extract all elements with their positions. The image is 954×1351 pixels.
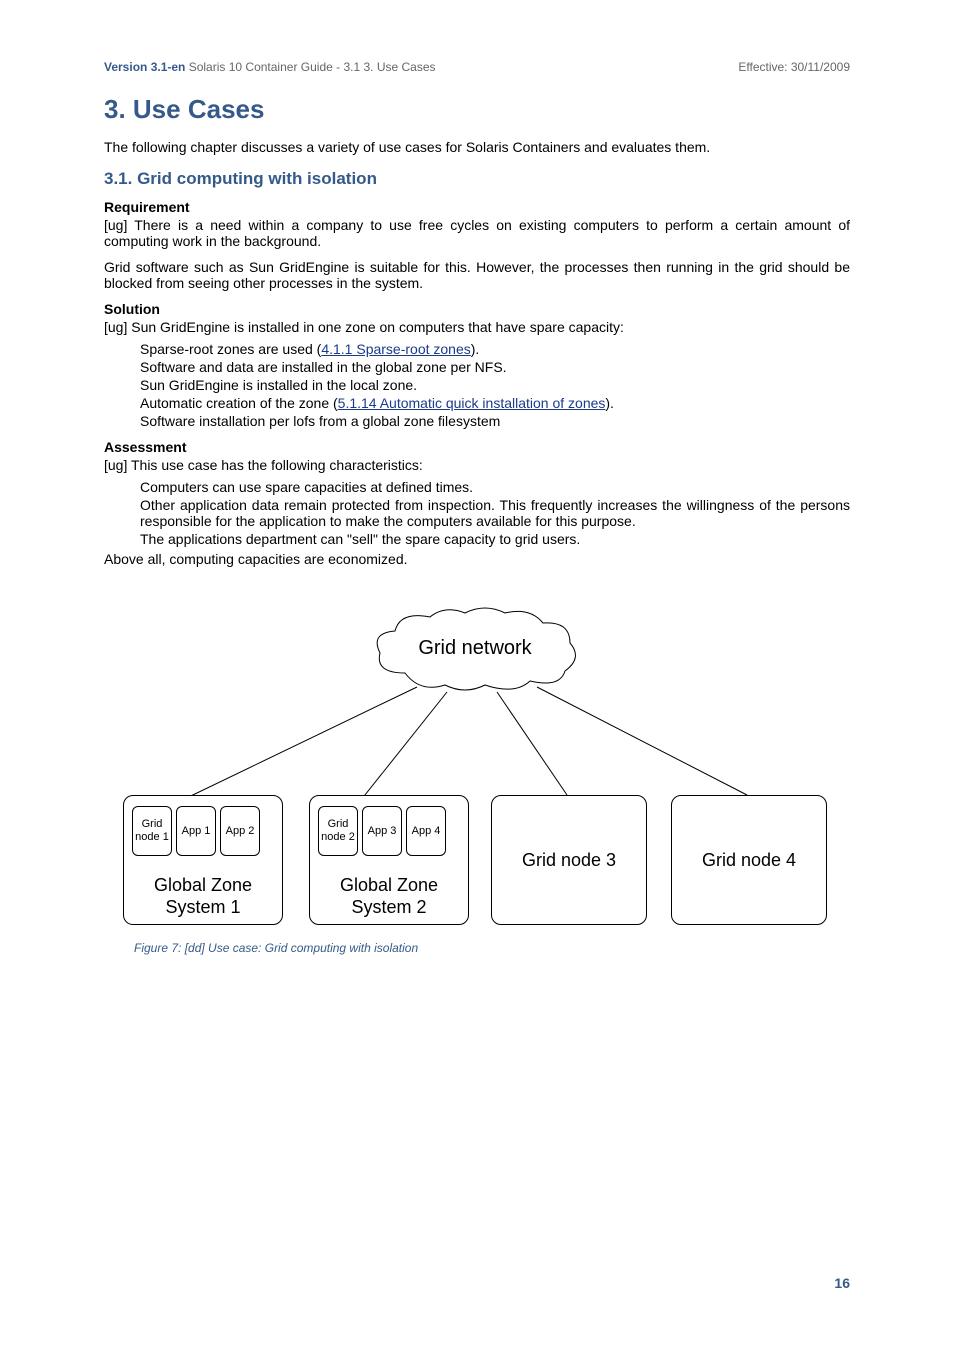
grid-node-1-box: Grid node 1 [132, 806, 172, 856]
solution-item-post: ). [605, 395, 614, 411]
assessment-item: Computers can use spare capacities at de… [140, 479, 850, 495]
global-zone-system-2: Grid node 2 App 3 App 4 Global Zone Syst… [309, 795, 469, 925]
solution-item-text: Automatic creation of the zone ( [140, 395, 338, 411]
solution-intro: [ug] Sun GridEngine is installed in one … [104, 319, 850, 335]
solution-item: Software installation per lofs from a gl… [140, 413, 850, 429]
cloud-label: Grid network [365, 637, 585, 660]
assessment-heading: Assessment [104, 439, 850, 455]
intro-text: The following chapter discusses a variet… [104, 139, 850, 155]
system-2-label-line2: System 2 [351, 897, 426, 917]
requirement-body-2: Grid software such as Sun GridEngine is … [104, 259, 850, 291]
header-left: Version 3.1-en Solaris 10 Container Guid… [104, 60, 436, 74]
solution-item-post: ). [471, 341, 480, 357]
requirement-heading: Requirement [104, 199, 850, 215]
figure-caption: Figure 7: [dd] Use case: Grid computing … [134, 941, 850, 955]
sparse-root-zones-link[interactable]: 4.1.1 Sparse-root zones [321, 341, 470, 357]
auto-install-zones-link[interactable]: 5.1.14 Automatic quick installation of z… [338, 395, 606, 411]
system-1-label-line1: Global Zone [154, 875, 252, 895]
assessment-tail: Above all, computing capacities are econ… [104, 551, 850, 567]
assessment-item: Other application data remain protected … [140, 497, 850, 529]
solution-item: Sun GridEngine is installed in the local… [140, 377, 850, 393]
solution-item: Software and data are installed in the g… [140, 359, 850, 375]
page-title: 3. Use Cases [104, 94, 850, 125]
app-2-box: App 2 [220, 806, 260, 856]
version-label: Version 3.1-en [104, 60, 185, 74]
solution-item: Sparse-root zones are used (4.1.1 Sparse… [140, 341, 850, 357]
page-number: 16 [834, 1275, 850, 1291]
grid-node-4-box: Grid node 4 [671, 795, 827, 925]
solution-item: Automatic creation of the zone (5.1.14 A… [140, 395, 850, 411]
header: Version 3.1-en Solaris 10 Container Guid… [104, 60, 850, 74]
section-heading: 3.1. Grid computing with isolation [104, 169, 850, 189]
app-1-box: App 1 [176, 806, 216, 856]
figure: Grid network Grid node 1 App 1 App 2 Glo… [104, 597, 850, 955]
system-1-label-line2: System 1 [165, 897, 240, 917]
cloud: Grid network [365, 603, 585, 693]
solution-item-text: Sparse-root zones are used ( [140, 341, 321, 357]
effective-date: Effective: 30/11/2009 [738, 60, 850, 74]
assessment-intro: [ug] This use case has the following cha… [104, 457, 850, 473]
grid-node-2-box: Grid node 2 [318, 806, 358, 856]
global-zone-system-1: Grid node 1 App 1 App 2 Global Zone Syst… [123, 795, 283, 925]
solution-heading: Solution [104, 301, 850, 317]
diagram: Grid network Grid node 1 App 1 App 2 Glo… [117, 597, 837, 937]
app-3-box: App 3 [362, 806, 402, 856]
app-4-box: App 4 [406, 806, 446, 856]
system-2-label-line1: Global Zone [340, 875, 438, 895]
breadcrumb: Solaris 10 Container Guide - 3.1 3. Use … [185, 60, 435, 74]
assessment-item: The applications department can "sell" t… [140, 531, 850, 547]
grid-node-3-box: Grid node 3 [491, 795, 647, 925]
requirement-body: [ug] There is a need within a company to… [104, 217, 850, 249]
